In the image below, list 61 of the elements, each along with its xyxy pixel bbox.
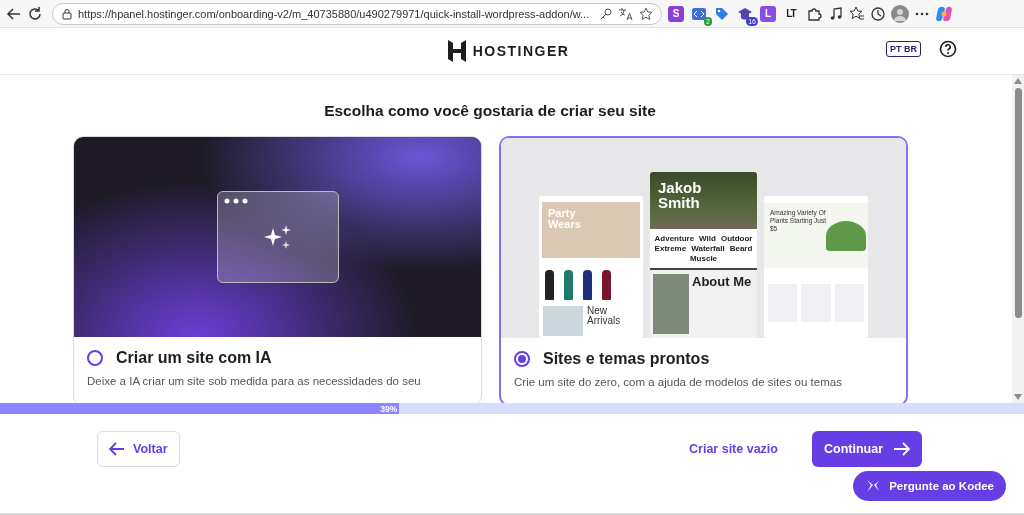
section-heading: About Me <box>692 274 752 291</box>
help-icon[interactable] <box>939 40 957 58</box>
window-dots-icon <box>223 198 248 204</box>
arrow-left-icon <box>109 442 125 456</box>
scroll-up-icon[interactable] <box>1014 78 1022 84</box>
plant-photo <box>826 221 866 252</box>
option-description: Crie um site do zero, com a ajuda de modelos de sites ou temas <box>514 376 843 388</box>
extension-letter-icon[interactable]: L <box>760 5 776 22</box>
option-card[interactable] <box>499 136 908 403</box>
progress-label: 39% <box>380 403 398 414</box>
tag-label: Waterfall <box>691 244 725 253</box>
option-description: Deixe a IA criar um site sob medida para as necessidades do seu <box>87 375 422 387</box>
key-icon[interactable] <box>599 6 613 21</box>
logo-icon <box>446 40 467 62</box>
page-title: Escolha como você gostaria de criar seu site <box>323 102 657 120</box>
photo-placeholder <box>543 306 583 336</box>
option-title: Sites e temas prontos <box>543 350 710 368</box>
back-button[interactable]: Voltar <box>97 431 180 467</box>
history-icon[interactable] <box>870 5 886 22</box>
music-note-icon[interactable] <box>828 5 844 22</box>
dress-photo <box>602 270 611 300</box>
tag-label: Muscle <box>689 254 718 263</box>
extension-letter-icon[interactable]: S <box>668 5 684 22</box>
tag-label: Adventure <box>654 234 695 243</box>
photo-placeholder <box>653 274 689 334</box>
scrollbar-track[interactable] <box>1012 75 1024 403</box>
section-heading: New Arrivals <box>587 306 622 328</box>
continue-button[interactable]: Continuar <box>811 431 922 467</box>
language-button[interactable]: PT BR <box>886 41 921 57</box>
scroll-down-icon[interactable] <box>1014 394 1022 400</box>
puzzle-icon[interactable] <box>806 5 822 22</box>
favorites-icon[interactable] <box>849 5 865 22</box>
lock-icon <box>61 7 73 20</box>
back-icon[interactable] <box>6 5 22 22</box>
extension-text-icon[interactable]: LT <box>786 8 796 19</box>
brand-name: HOSTINGER <box>472 43 570 59</box>
dress-photo <box>545 270 554 300</box>
tag-label: Beard <box>729 244 753 253</box>
scrollbar-thumb[interactable] <box>1014 88 1022 318</box>
radio-button[interactable] <box>514 351 530 367</box>
code-icon[interactable] <box>691 5 707 22</box>
refresh-icon[interactable] <box>27 5 43 22</box>
address-bar[interactable]: https://hpanel.hostinger.com/onboarding-v2/m_40735880/u490279971/quick-install-wordpress-addon/w... <box>52 2 662 25</box>
empty-site-link[interactable]: Criar site vazio <box>689 442 778 456</box>
option-card[interactable]: Criar um site com IA Deixe a IA criar um site sob medida para as necessidades do seu <box>73 136 482 403</box>
copilot-icon[interactable] <box>935 4 953 23</box>
radio-button[interactable] <box>87 350 103 366</box>
translate-icon[interactable] <box>618 6 634 21</box>
option-title: Criar um site com IA <box>116 349 272 367</box>
tag-label: Extreme <box>654 244 687 253</box>
hero-heading: Jakob Smith <box>658 180 703 210</box>
avatar-icon[interactable] <box>891 4 909 23</box>
arrow-right-icon <box>893 442 910 456</box>
hero-heading: Party Wears <box>548 207 582 230</box>
star-icon[interactable] <box>639 6 653 21</box>
tag-icon[interactable] <box>714 5 730 22</box>
tag-label: Wild <box>699 234 716 243</box>
tag-label: Outdoor <box>720 234 753 243</box>
dress-photo <box>564 270 573 300</box>
assistant-button[interactable]: Pergunte ao Kodee <box>853 471 1006 501</box>
dress-photo <box>583 270 592 300</box>
